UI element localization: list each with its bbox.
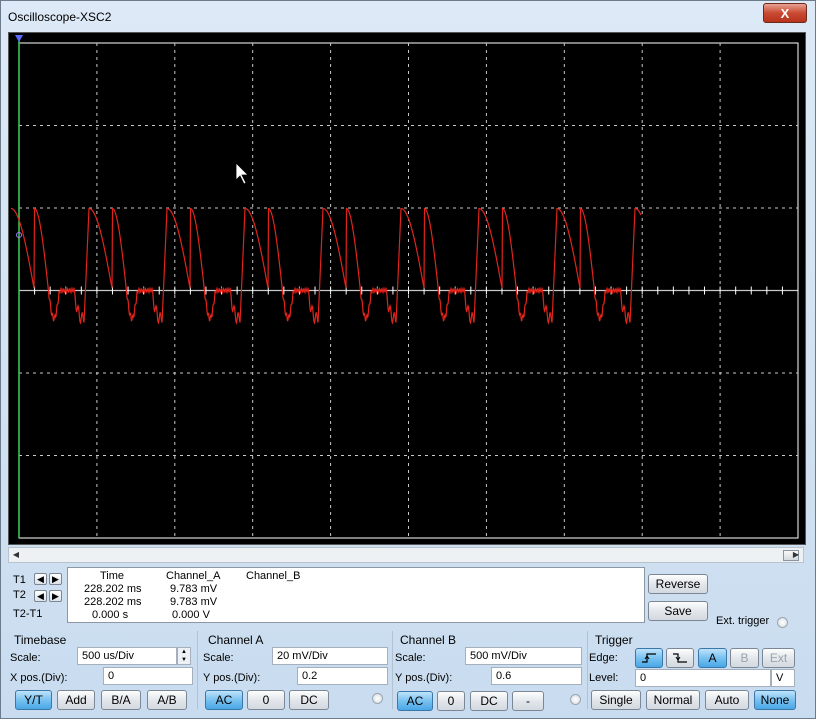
channel-b-title: Channel B (400, 633, 457, 647)
horizontal-scrollbar[interactable]: ◀ ▶ (8, 547, 804, 563)
trigger-none-button[interactable]: None (754, 690, 796, 710)
timebase-xpos-field[interactable]: 0 (103, 667, 193, 685)
header-time: Time (100, 570, 125, 582)
trigger-source-b-button[interactable]: B (730, 648, 759, 668)
channel-b-ypos-field[interactable]: 0.6 (491, 667, 582, 685)
channel-a-ac-button[interactable]: AC (205, 690, 243, 710)
t2-t1-label: T2-T1 (13, 608, 43, 620)
channel-a-scale-label: Scale: (203, 652, 234, 664)
title-bar: Oscilloscope-XSC2 X (1, 1, 815, 31)
timebase-scale-spinner[interactable]: ▲ ▼ (177, 647, 191, 665)
t2-channel-a: 9.783 mV (170, 596, 218, 608)
channel-b-ypos-label: Y pos.(Div): (395, 672, 453, 684)
readout-table: Time Channel_A Channel_B 228.202 ms 9.78… (67, 567, 645, 623)
t1-label: T1 (13, 574, 26, 586)
channel-b-scale-label: Scale: (395, 652, 426, 664)
separator (392, 631, 393, 709)
timebase-yt-button[interactable]: Y/T (15, 690, 52, 710)
timebase-ab-button[interactable]: A/B (147, 690, 187, 710)
channel-a-scale-field[interactable]: 20 mV/Div (272, 647, 388, 665)
t2-left-arrow-icon[interactable]: ◀ (34, 590, 47, 602)
channel-b-dc-button[interactable]: DC (470, 691, 508, 711)
t2-t1-time: 0.000 s (92, 609, 129, 621)
rising-edge-icon[interactable] (635, 648, 663, 668)
trigger-single-button[interactable]: Single (591, 690, 641, 710)
scope-display (9, 33, 805, 544)
trigger-level-unit: V (771, 669, 795, 687)
timebase-ba-button[interactable]: B/A (101, 690, 141, 710)
oscilloscope-window: Oscilloscope-XSC2 X ◀ ▶ T1 ◀ ▶ T2 ◀ ▶ T2… (0, 0, 816, 719)
trigger-source-a-button[interactable]: A (698, 648, 727, 668)
t1-channel-a: 9.783 mV (170, 583, 218, 595)
timebase-xpos-label: X pos.(Div): (10, 672, 68, 684)
t1-time: 228.202 ms (84, 583, 142, 595)
channel-b-terminal[interactable] (570, 694, 581, 705)
trigger-auto-button[interactable]: Auto (705, 690, 749, 710)
scroll-right-icon[interactable]: ▶ (789, 548, 803, 562)
channel-b-minus-button[interactable]: - (512, 691, 544, 711)
trigger-source-ext-button[interactable]: Ext (762, 648, 795, 668)
header-channel-b: Channel_B (246, 570, 301, 582)
channel-a-ypos-label: Y pos.(Div): (203, 672, 261, 684)
separator (197, 631, 198, 709)
header-channel-a: Channel_A (166, 570, 221, 582)
timebase-scale-field[interactable]: 500 us/Div (77, 647, 177, 665)
channel-a-dc-button[interactable]: DC (289, 690, 329, 710)
timebase-add-button[interactable]: Add (57, 690, 95, 710)
timebase-scale-label: Scale: (10, 652, 41, 664)
channel-a-zero-button[interactable]: 0 (247, 690, 285, 710)
timebase-title: Timebase (14, 633, 67, 647)
channel-b-ac-button[interactable]: AC (397, 691, 433, 711)
save-button[interactable]: Save (648, 601, 708, 621)
window-title: Oscilloscope-XSC2 (8, 10, 112, 24)
t1-left-arrow-icon[interactable]: ◀ (34, 573, 47, 585)
trigger-edge-label: Edge: (589, 652, 618, 664)
reverse-button[interactable]: Reverse (648, 574, 708, 594)
channel-a-title: Channel A (208, 633, 264, 647)
channel-a-ypos-field[interactable]: 0.2 (297, 667, 388, 685)
channel-b-scale-field[interactable]: 500 mV/Div (465, 647, 582, 665)
channel-a-terminal[interactable] (372, 693, 383, 704)
ext-trigger-terminal[interactable] (777, 617, 788, 628)
oscilloscope-screen[interactable] (8, 32, 806, 545)
trigger-level-label: Level: (589, 672, 619, 684)
trigger-level-field[interactable]: 0 (635, 669, 771, 687)
t2-right-arrow-icon[interactable]: ▶ (49, 590, 62, 602)
t2-t1-channel-a: 0.000 V (172, 609, 210, 621)
close-button[interactable]: X (763, 3, 807, 23)
channel-b-zero-button[interactable]: 0 (437, 691, 465, 711)
trigger-normal-button[interactable]: Normal (646, 690, 700, 710)
separator (587, 631, 588, 709)
cursor-readout: T1 ◀ ▶ T2 ◀ ▶ T2-T1 Time Channel_A Chann… (9, 567, 645, 623)
falling-edge-icon[interactable] (666, 648, 694, 668)
t2-time: 228.202 ms (84, 596, 142, 608)
scroll-left-icon[interactable]: ◀ (9, 548, 23, 562)
t2-label: T2 (13, 589, 26, 601)
trigger-title: Trigger (595, 633, 633, 647)
ext-trigger-label: Ext. trigger (716, 615, 770, 627)
t1-right-arrow-icon[interactable]: ▶ (49, 573, 62, 585)
